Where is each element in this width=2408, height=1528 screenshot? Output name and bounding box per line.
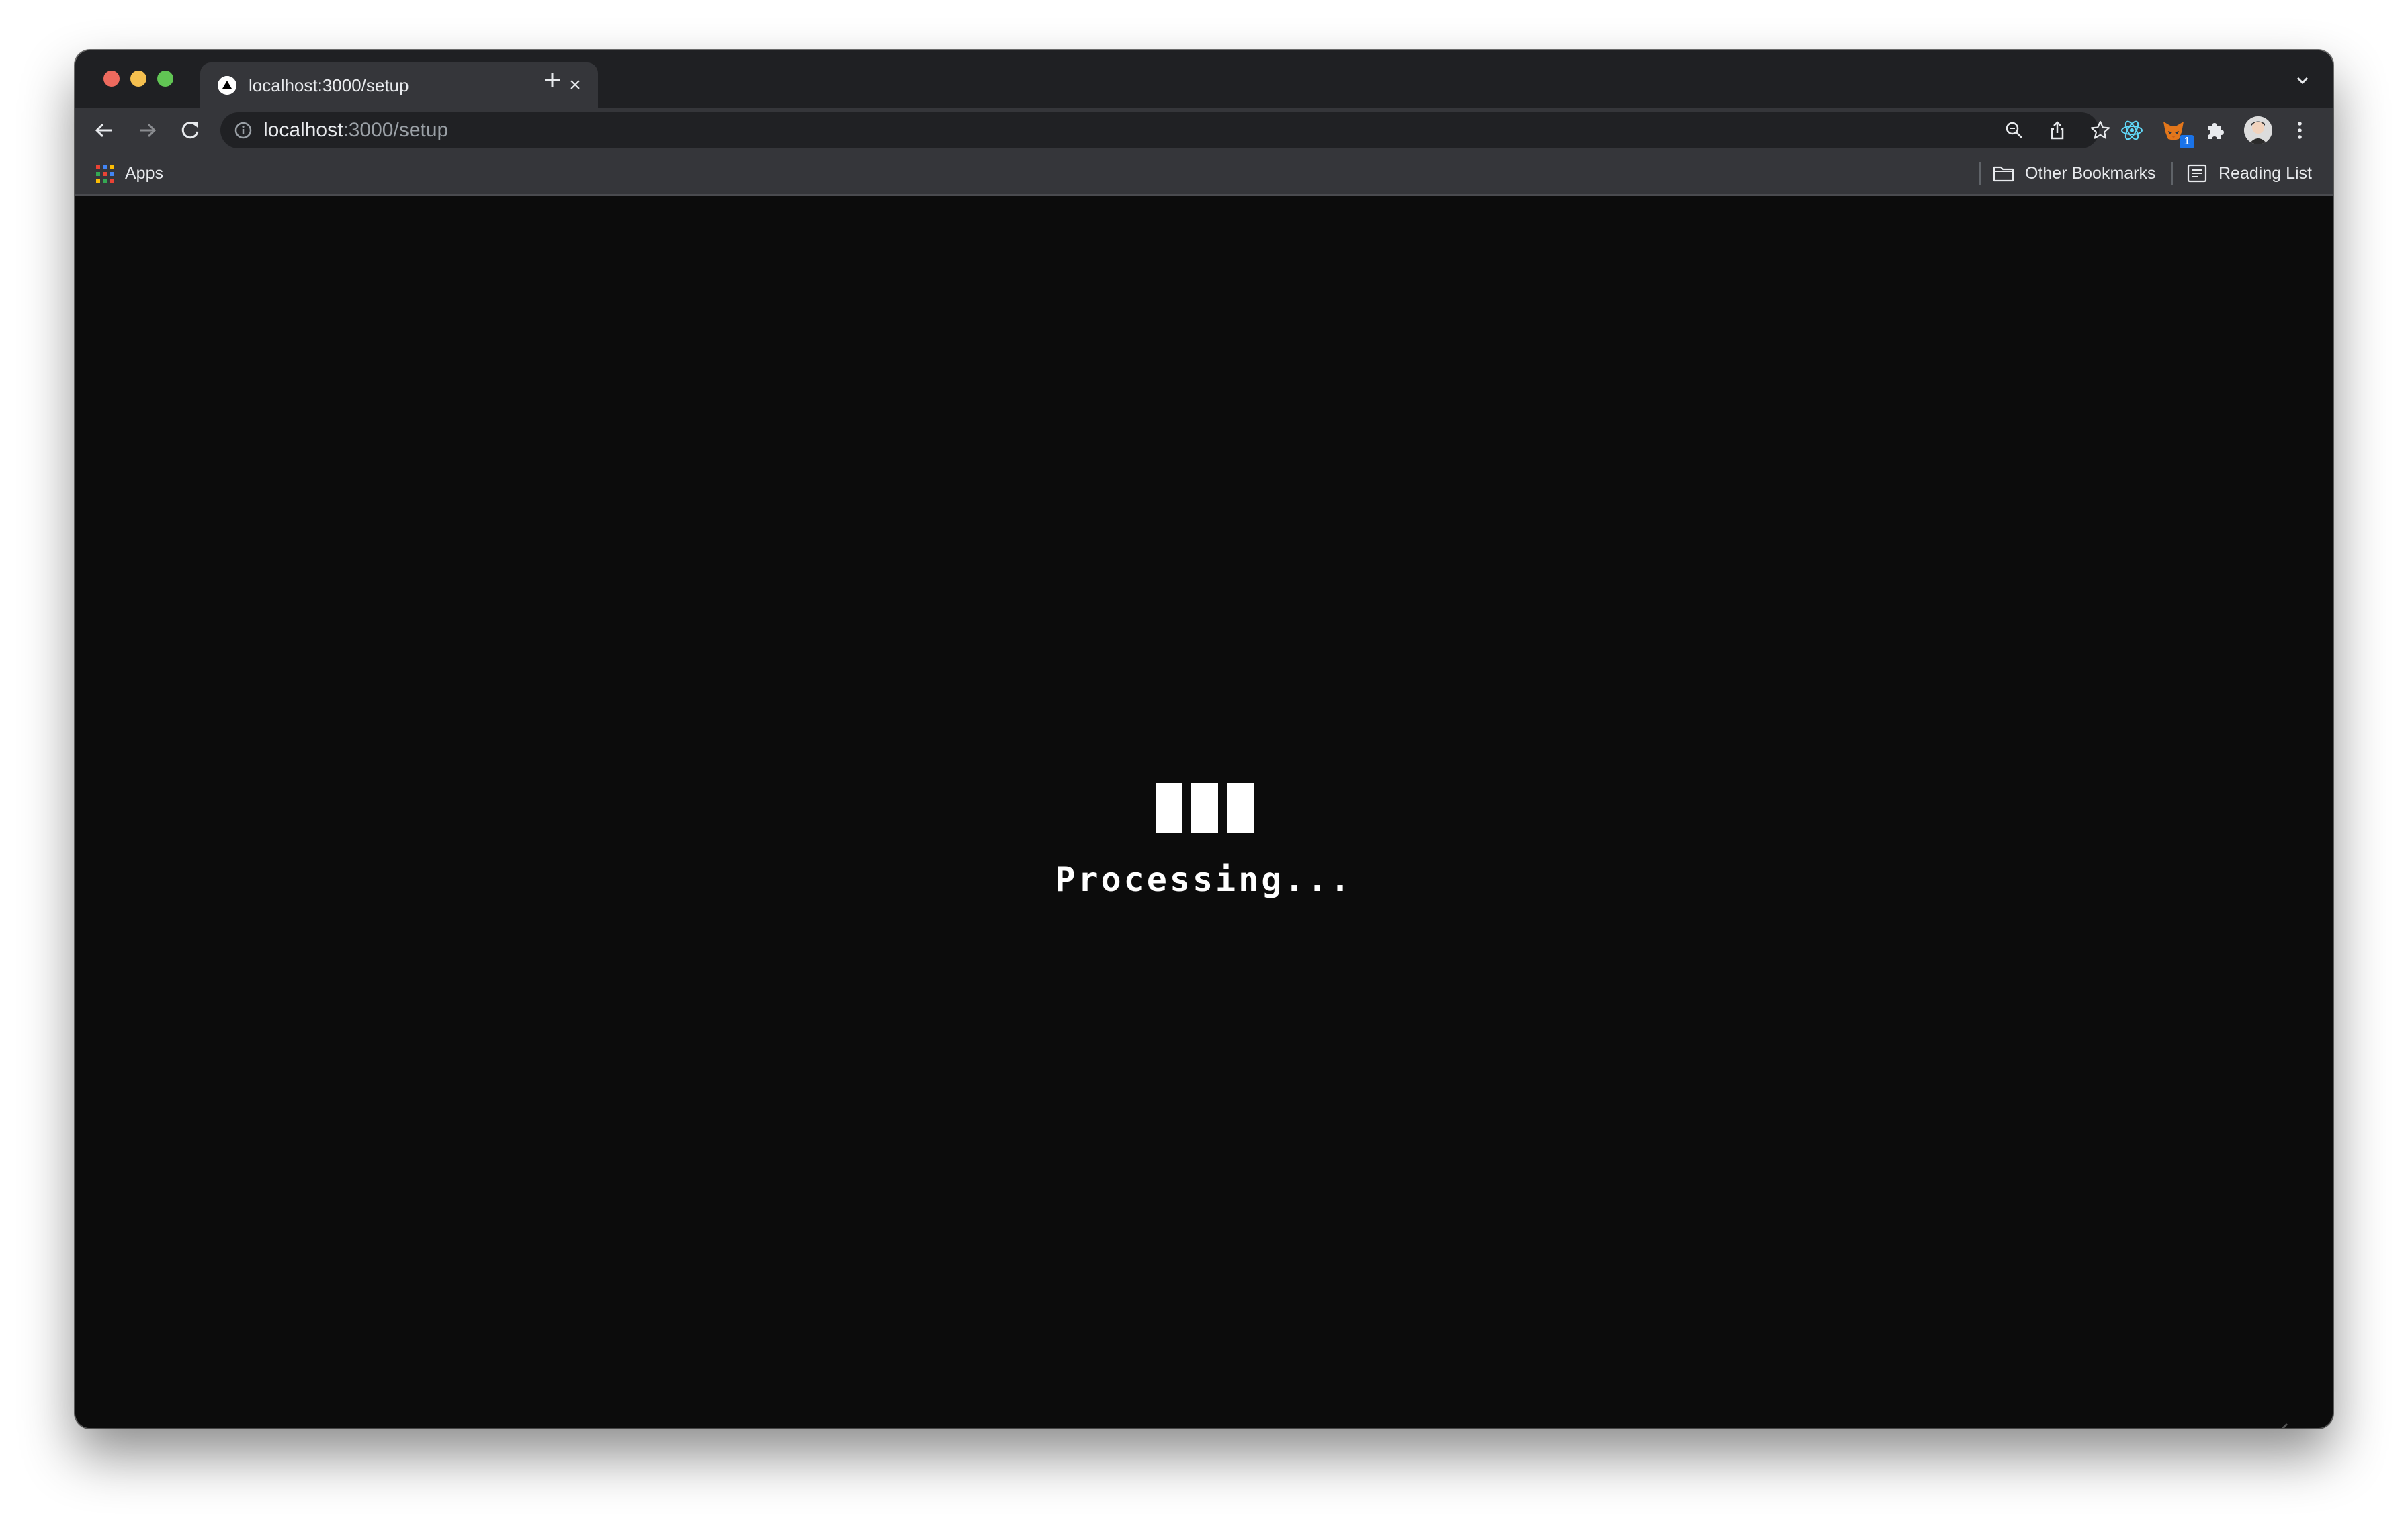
maximize-window-button[interactable] (157, 71, 173, 87)
tab-close-icon[interactable]: × (563, 73, 587, 97)
bookmarks-bar: Apps Other Bookmarks Reading List (75, 153, 2333, 196)
tab-search-chevron-down-icon[interactable] (2292, 71, 2313, 91)
apps-grid-icon[interactable] (95, 165, 114, 183)
more-vertical-menu-icon[interactable] (2287, 118, 2313, 143)
site-info-icon[interactable] (234, 121, 253, 140)
new-tab-plus-icon[interactable] (539, 67, 566, 93)
address-bar[interactable]: localhost:3000/setup (220, 112, 2110, 148)
vercel-triangle-icon (218, 76, 236, 95)
url-path: :3000/setup (343, 119, 449, 141)
url-host: localhost (263, 119, 343, 141)
loader-bar (1156, 783, 1182, 833)
share-icon[interactable] (2047, 120, 2068, 141)
bookmark-star-icon[interactable] (2090, 120, 2111, 141)
minimize-window-button[interactable] (130, 71, 146, 87)
bookmarks-separator (1979, 162, 1981, 185)
close-window-button[interactable] (103, 71, 120, 87)
forward-arrow-icon[interactable] (133, 116, 161, 144)
bookmarks-separator (2172, 162, 2173, 185)
other-bookmarks-label[interactable]: Other Bookmarks (2025, 163, 2156, 183)
tab-strip: localhost:3000/setup × (75, 50, 2333, 108)
extensions-puzzle-icon[interactable] (2202, 118, 2228, 143)
folder-icon[interactable] (1993, 163, 2014, 183)
loading-bars-icon (1156, 783, 1254, 833)
browser-window: localhost:3000/setup × localhost:3000/se… (75, 50, 2333, 1428)
processing-status-text: Processing... (1055, 860, 1353, 899)
reload-icon[interactable] (176, 116, 204, 144)
zoom-magnifier-icon[interactable] (2004, 120, 2025, 141)
page-content: Processing... (75, 196, 2333, 1428)
back-arrow-icon[interactable] (90, 116, 118, 144)
react-devtools-icon[interactable] (2119, 118, 2145, 143)
browser-toolbar: localhost:3000/setup 1 (75, 108, 2333, 153)
reading-list-label[interactable]: Reading List (2219, 163, 2312, 183)
extension-badge: 1 (2180, 135, 2194, 148)
address-url: localhost:3000/setup (263, 119, 448, 142)
loader-bar (1191, 783, 1218, 833)
profile-avatar[interactable] (2244, 116, 2272, 144)
tab-title: localhost:3000/setup (249, 75, 409, 95)
reading-list-icon[interactable] (2186, 163, 2208, 183)
loader-bar (1227, 783, 1254, 833)
nextjs-indicator-icon[interactable] (2272, 1420, 2294, 1428)
apps-bookmark-label[interactable]: Apps (125, 163, 163, 183)
